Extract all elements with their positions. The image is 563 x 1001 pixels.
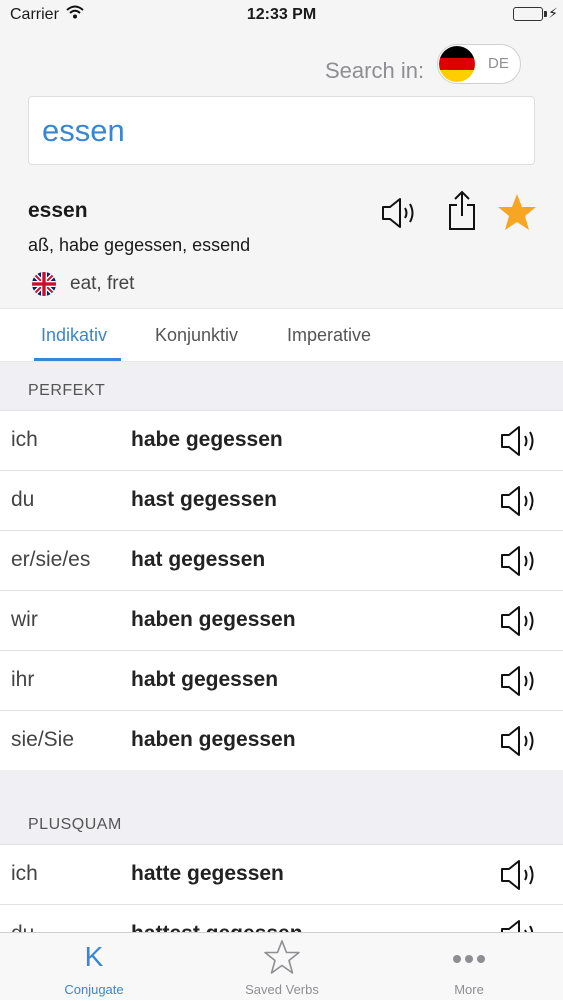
speaker-icon[interactable]	[499, 483, 541, 519]
tab-conjugate[interactable]: K Conjugate	[0, 933, 188, 1001]
bottom-tab-bar: K Conjugate Saved Verbs More	[0, 932, 563, 1000]
pronoun: er/sie/es	[11, 548, 91, 571]
conjugated-form: hast gegessen	[131, 488, 277, 511]
verb-infinitive: essen	[28, 199, 88, 222]
conjugated-form: haben gegessen	[131, 728, 296, 751]
conjugated-form: habe gegessen	[131, 428, 283, 451]
language-toggle[interactable]: DE	[437, 44, 521, 84]
table-row: sie/Sie haben gegessen	[0, 711, 563, 771]
pronoun: ich	[11, 428, 38, 451]
star-icon	[188, 939, 376, 975]
more-icon	[375, 939, 563, 975]
tab-label: Saved Verbs	[245, 982, 319, 997]
table-row: er/sie/es hat gegessen	[0, 531, 563, 591]
german-flag-icon	[439, 46, 475, 82]
tab-saved-verbs[interactable]: Saved Verbs	[188, 933, 376, 1001]
speaker-icon[interactable]	[499, 857, 541, 893]
tab-konjunktiv[interactable]: Konjunktiv	[155, 325, 238, 346]
tab-label: More	[454, 982, 484, 997]
table-row: wir haben gegessen	[0, 591, 563, 651]
speaker-icon[interactable]	[499, 723, 541, 759]
speaker-icon[interactable]	[499, 603, 541, 639]
conjugated-form: habt gegessen	[131, 668, 279, 691]
section-title: PERFEKT	[28, 382, 106, 399]
speaker-icon[interactable]	[380, 196, 420, 230]
pronoun: wir	[11, 608, 38, 631]
tab-indikativ[interactable]: Indikativ	[41, 325, 107, 346]
active-tab-indicator	[34, 358, 121, 361]
conjugate-k-icon: K	[84, 941, 104, 972]
conjugated-form: haben gegessen	[131, 608, 296, 631]
speaker-icon[interactable]	[499, 663, 541, 699]
clock: 12:33 PM	[246, 6, 317, 23]
tab-imperative[interactable]: Imperative	[287, 325, 371, 346]
favorite-star-icon[interactable]	[497, 193, 537, 231]
share-icon[interactable]	[446, 190, 478, 232]
section-header-perfekt: PERFEKT	[0, 362, 563, 411]
mood-tabs: Indikativ Konjunktiv Imperative	[0, 308, 563, 362]
table-row: ich habe gegessen	[0, 411, 563, 471]
conjugated-form: hat gegessen	[131, 548, 266, 571]
battery-icon	[513, 7, 543, 21]
conjugated-form: hatte gegessen	[131, 862, 284, 885]
translation-text: eat, fret	[70, 273, 135, 294]
table-row: du hast gegessen	[0, 471, 563, 531]
search-query: essen	[42, 113, 125, 148]
table-row: ihr habt gegessen	[0, 651, 563, 711]
speaker-icon[interactable]	[499, 543, 541, 579]
section-title: PLUSQUAM	[28, 816, 122, 833]
tab-label: Conjugate	[64, 982, 124, 997]
tab-more[interactable]: More	[375, 933, 563, 1001]
pronoun: ihr	[11, 668, 35, 691]
status-bar: Carrier 12:33 PM ⚡	[0, 0, 563, 30]
search-in-label: Search in:	[325, 58, 425, 83]
verb-principal-forms: aß, habe gegessen, essend	[28, 235, 251, 255]
language-code: DE	[488, 55, 509, 72]
uk-flag-icon	[32, 272, 56, 296]
section-header-plusquam: PLUSQUAM	[0, 770, 563, 845]
search-input[interactable]: essen	[28, 96, 535, 165]
pronoun: sie/Sie	[11, 728, 75, 751]
pronoun: du	[11, 488, 35, 511]
table-row: ich hatte gegessen	[0, 845, 563, 905]
speaker-icon[interactable]	[499, 423, 541, 459]
charging-icon: ⚡	[548, 5, 558, 21]
pronoun: ich	[11, 862, 38, 885]
